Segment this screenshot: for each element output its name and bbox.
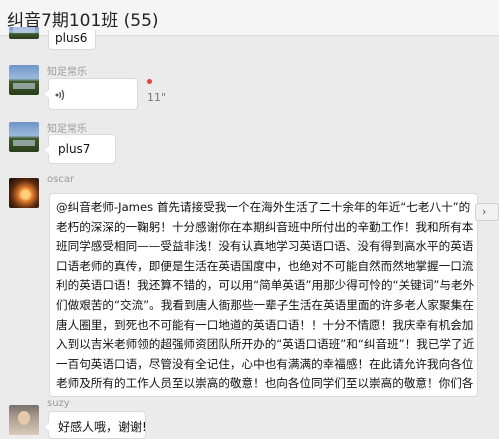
message-bubble[interactable]: @纠音老师-James 首先请接受我一个在海外生活了二十余年的年近“七老八十”的… — [49, 193, 478, 397]
sender-name: suzy — [47, 398, 70, 409]
avatar[interactable] — [9, 405, 39, 435]
avatar[interactable] — [9, 178, 39, 208]
message-text: @纠音老师-James 首先请接受我一个在海外生活了二十余年的年近“七老八十”的… — [56, 200, 475, 396]
message-bubble[interactable]: plus7 — [43, 134, 116, 164]
message-text: plus6 — [55, 31, 88, 45]
sender-name: oscar — [47, 174, 75, 185]
message-bubble[interactable]: 好感人哦，谢谢! — [43, 411, 147, 439]
unread-indicator — [147, 79, 152, 84]
message-text: plus7 — [58, 142, 91, 156]
voice-duration: 11" — [147, 91, 167, 104]
avatar[interactable] — [9, 27, 39, 39]
voice-wave-icon — [55, 89, 65, 101]
sender-name: 知足常乐 — [47, 124, 87, 135]
sender-name: 知足常乐 — [47, 67, 87, 78]
chevron-right-icon: › — [482, 205, 487, 218]
avatar[interactable] — [9, 65, 39, 95]
avatar[interactable] — [9, 122, 39, 152]
message-text: 好感人哦，谢谢! — [58, 420, 147, 434]
scroll-handle[interactable]: › — [475, 203, 499, 221]
message-bubble[interactable]: plus6 — [48, 30, 96, 50]
